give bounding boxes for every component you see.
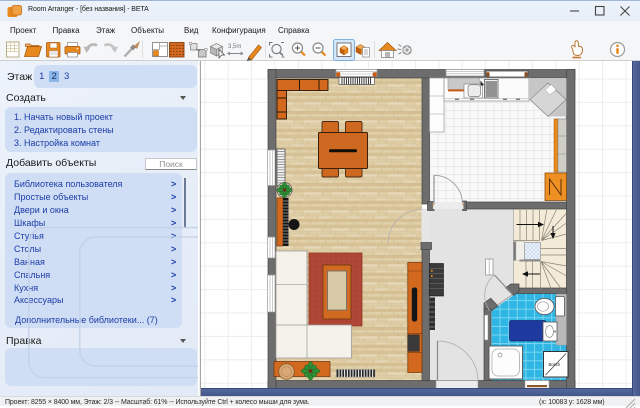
svg-text:3,5m: 3,5m: [228, 44, 241, 50]
svg-text:Bosch: Bosch: [549, 362, 561, 367]
